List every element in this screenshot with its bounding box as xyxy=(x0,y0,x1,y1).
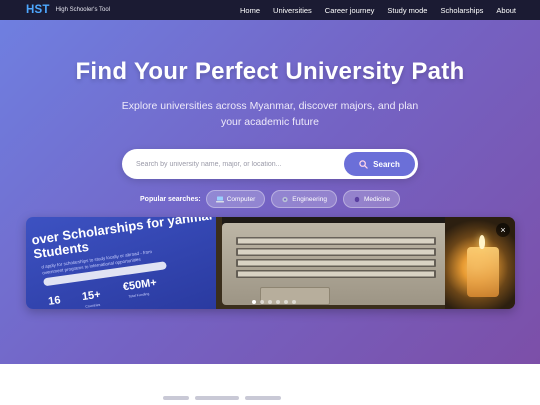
carousel-dot[interactable] xyxy=(292,300,296,304)
chip-label: Medicine xyxy=(363,195,390,203)
popular-searches: Popular searches: Computer Engineering M… xyxy=(140,190,406,208)
close-carousel-button[interactable]: × xyxy=(496,223,510,237)
promo-stat-value: 16 xyxy=(47,294,62,308)
navbar: HST High Schooler's Tool Home Universiti… xyxy=(0,0,540,20)
chip-computer[interactable]: Computer xyxy=(205,190,266,208)
promo-stat-value: 15+ xyxy=(81,288,102,304)
nav-links: Home Universities Career journey Study m… xyxy=(240,6,516,15)
promo-stat-value: €50M+ xyxy=(122,276,158,294)
nav-link-study-mode[interactable]: Study mode xyxy=(387,6,427,15)
chip-label: Engineering xyxy=(292,195,327,203)
gear-icon xyxy=(282,196,288,202)
laptop-candle-photo xyxy=(216,217,515,309)
chip-medicine[interactable]: Medicine xyxy=(342,190,400,208)
promo-stat-label: Total Funding xyxy=(128,291,150,299)
chip-engineering[interactable]: Engineering xyxy=(271,190,337,208)
nav-link-career-journey[interactable]: Career journey xyxy=(325,6,375,15)
carousel-dot[interactable] xyxy=(284,300,288,304)
search-input[interactable] xyxy=(136,157,336,171)
candle-jar xyxy=(467,247,499,297)
nav-link-home[interactable]: Home xyxy=(240,6,260,15)
carousel-dot[interactable] xyxy=(268,300,272,304)
next-section-heading-cropped xyxy=(163,396,313,405)
laptop-keyboard xyxy=(222,223,460,305)
search-button[interactable]: Search xyxy=(344,152,415,176)
hero-carousel[interactable]: over Scholarships for yanmar Students d … xyxy=(26,217,515,309)
carousel-indicators xyxy=(252,300,296,304)
hero-section: Find Your Perfect University Path Explor… xyxy=(0,20,540,364)
laptop-icon xyxy=(215,196,224,202)
search-icon xyxy=(359,159,368,169)
carousel-dot[interactable] xyxy=(260,300,264,304)
chip-label: Computer xyxy=(226,195,256,203)
carousel-dot[interactable] xyxy=(252,300,256,304)
nav-link-universities[interactable]: Universities xyxy=(273,6,312,15)
promo-stat-label: Countries xyxy=(85,302,101,309)
nav-link-scholarships[interactable]: Scholarships xyxy=(440,6,483,15)
carousel-dot[interactable] xyxy=(276,300,280,304)
medicine-icon xyxy=(354,196,360,202)
search-bar: Search xyxy=(122,149,418,179)
logo[interactable]: HST xyxy=(26,4,50,16)
tagline: High Schooler's Tool xyxy=(55,7,111,13)
popular-label: Popular searches: xyxy=(140,195,201,203)
search-button-label: Search xyxy=(373,159,400,169)
scholarship-promo-image: over Scholarships for yanmar Students d … xyxy=(26,217,216,309)
hero-title: Find Your Perfect University Path xyxy=(75,58,465,85)
hero-subtitle: Explore universities across Myanmar, dis… xyxy=(121,100,419,128)
candle-flame xyxy=(479,235,485,249)
nav-link-about[interactable]: About xyxy=(496,6,516,15)
keyboard-keys xyxy=(236,237,436,278)
